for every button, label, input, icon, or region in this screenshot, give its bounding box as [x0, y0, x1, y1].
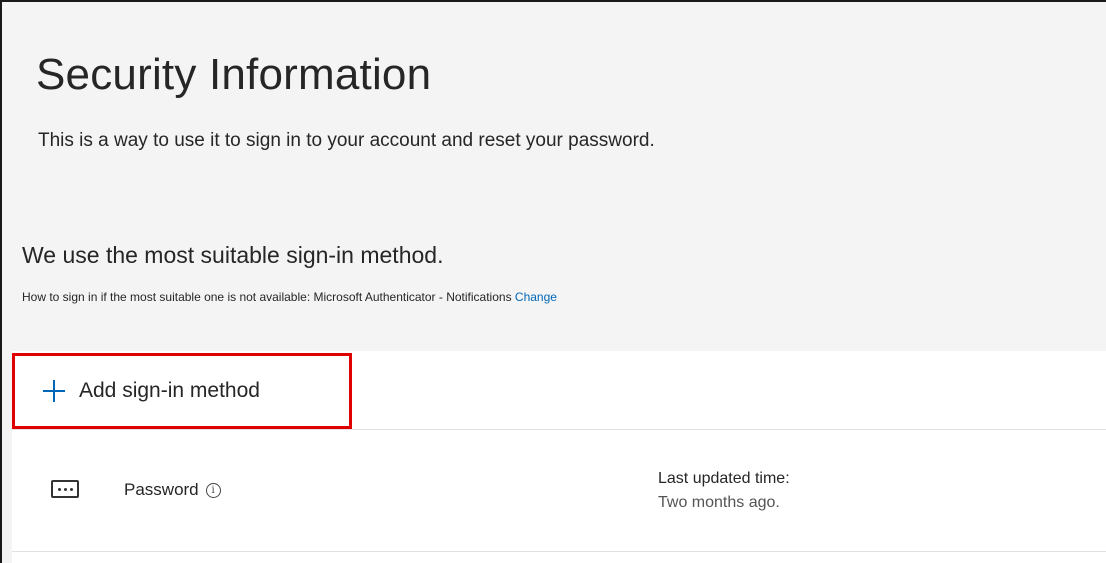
- default-method-heading: We use the most suitable sign-in method.: [22, 242, 444, 268]
- last-updated-value: Two months ago.: [658, 494, 780, 511]
- change-default-method-link[interactable]: Change: [515, 290, 557, 304]
- method-name-label: Password: [124, 480, 199, 499]
- add-method-row: Add sign-in method: [12, 351, 1106, 430]
- method-name: Password i: [124, 480, 221, 500]
- add-sign-in-method-label: Add sign-in method: [79, 379, 260, 402]
- password-dots-icon: [51, 480, 79, 498]
- fallback-method-label: How to sign in if the most suitable one …: [22, 290, 512, 304]
- fallback-method-text: How to sign in if the most suitable one …: [22, 290, 557, 304]
- info-icon[interactable]: i: [205, 482, 221, 498]
- plus-icon: [43, 380, 65, 402]
- page-title: Security Information: [36, 50, 432, 99]
- add-sign-in-method-button[interactable]: Add sign-in method: [12, 353, 352, 429]
- page-description: This is a way to use it to sign in to yo…: [38, 130, 655, 151]
- security-info-page: Security Information This is a way to us…: [0, 0, 1106, 563]
- last-updated-label: Last updated time:: [658, 470, 790, 487]
- method-row-password: Password i Last updated time: Two months…: [12, 430, 1106, 552]
- sign-in-methods-list: Add sign-in method Password i Last updat…: [12, 351, 1106, 563]
